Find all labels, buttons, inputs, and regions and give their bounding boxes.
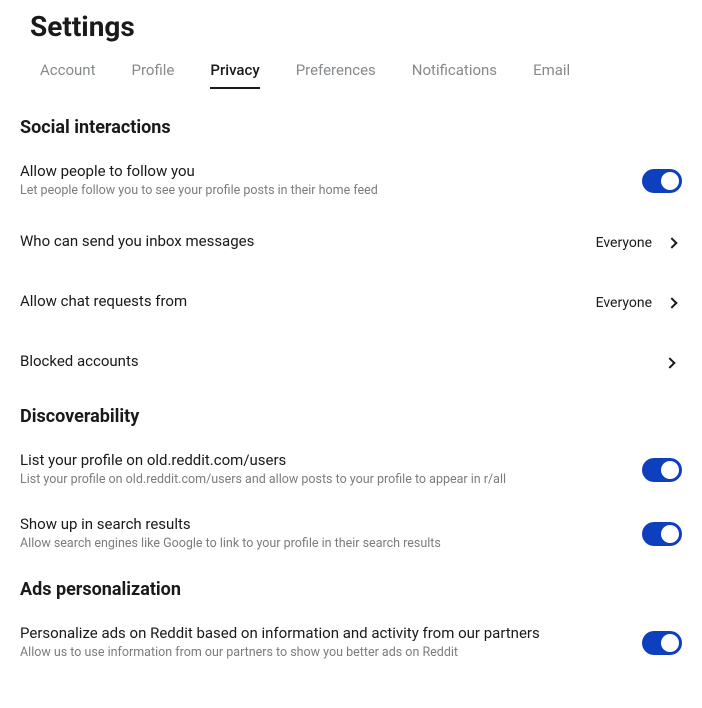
setting-text: Who can send you inbox messages bbox=[20, 232, 596, 253]
setting-title: Allow people to follow you bbox=[20, 162, 622, 180]
setting-allow-follow: Allow people to follow you Let people fo… bbox=[20, 162, 682, 200]
link-blocked-accounts[interactable] bbox=[666, 359, 682, 367]
page-title: Settings bbox=[30, 10, 682, 43]
tabs-container: Account Profile Privacy Preferences Noti… bbox=[40, 61, 682, 89]
setting-title: Blocked accounts bbox=[20, 352, 646, 370]
section-heading-discoverability: Discoverability bbox=[20, 406, 682, 427]
select-value: Everyone bbox=[596, 295, 652, 311]
chevron-right-icon bbox=[664, 357, 675, 368]
chevron-right-icon bbox=[666, 297, 677, 308]
tab-notifications[interactable]: Notifications bbox=[412, 61, 497, 89]
setting-text: Blocked accounts bbox=[20, 352, 666, 373]
tab-profile[interactable]: Profile bbox=[132, 61, 175, 89]
setting-desc: Allow search engines like Google to link… bbox=[20, 536, 622, 553]
tab-privacy[interactable]: Privacy bbox=[210, 61, 259, 89]
setting-list-profile: List your profile on old.reddit.com/user… bbox=[20, 451, 682, 489]
setting-text: List your profile on old.reddit.com/user… bbox=[20, 451, 642, 489]
setting-blocked-accounts: Blocked accounts bbox=[20, 346, 682, 380]
tab-email[interactable]: Email bbox=[533, 61, 570, 89]
toggle-personalize-ads[interactable] bbox=[642, 631, 682, 655]
select-value: Everyone bbox=[596, 235, 652, 251]
tab-preferences[interactable]: Preferences bbox=[296, 61, 376, 89]
toggle-list-profile[interactable] bbox=[642, 458, 682, 482]
setting-desc: List your profile on old.reddit.com/user… bbox=[20, 472, 622, 489]
setting-personalize-ads: Personalize ads on Reddit based on infor… bbox=[20, 624, 682, 662]
setting-title: Personalize ads on Reddit based on infor… bbox=[20, 624, 622, 642]
setting-search-results: Show up in search results Allow search e… bbox=[20, 515, 682, 553]
setting-title: Allow chat requests from bbox=[20, 292, 576, 310]
select-inbox-messages[interactable]: Everyone bbox=[596, 235, 682, 251]
setting-text: Allow people to follow you Let people fo… bbox=[20, 162, 642, 200]
toggle-search-results[interactable] bbox=[642, 522, 682, 546]
setting-title: List your profile on old.reddit.com/user… bbox=[20, 451, 622, 469]
section-heading-ads: Ads personalization bbox=[20, 579, 682, 600]
tab-account[interactable]: Account bbox=[40, 61, 96, 89]
setting-inbox-messages: Who can send you inbox messages Everyone bbox=[20, 226, 682, 260]
setting-text: Allow chat requests from bbox=[20, 292, 596, 313]
setting-desc: Let people follow you to see your profil… bbox=[20, 183, 622, 200]
setting-chat-requests: Allow chat requests from Everyone bbox=[20, 286, 682, 320]
section-heading-social: Social interactions bbox=[20, 117, 682, 138]
setting-text: Personalize ads on Reddit based on infor… bbox=[20, 624, 642, 662]
setting-title: Who can send you inbox messages bbox=[20, 232, 576, 250]
setting-title: Show up in search results bbox=[20, 515, 622, 533]
chevron-right-icon bbox=[666, 237, 677, 248]
setting-desc: Allow us to use information from our par… bbox=[20, 645, 622, 662]
setting-text: Show up in search results Allow search e… bbox=[20, 515, 642, 553]
toggle-allow-follow[interactable] bbox=[642, 169, 682, 193]
select-chat-requests[interactable]: Everyone bbox=[596, 295, 682, 311]
